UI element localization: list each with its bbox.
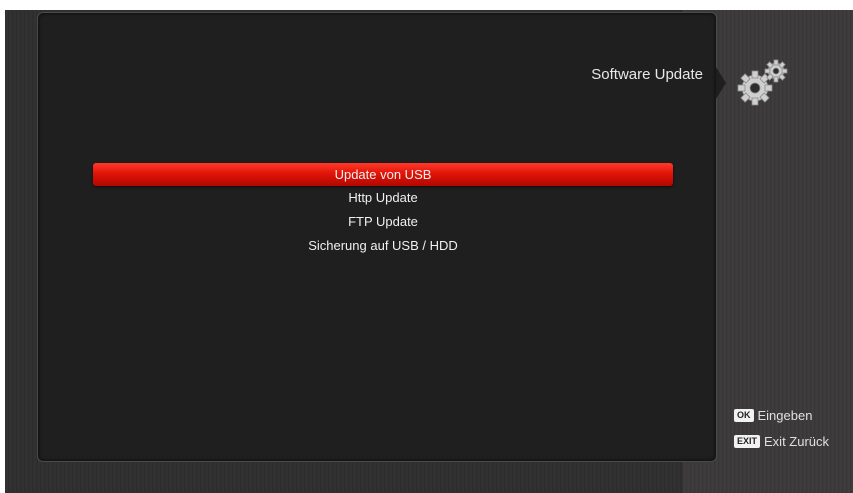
exit-key-icon: EXIT [734,435,761,448]
ok-hint[interactable]: OK Eingeben [734,408,812,423]
menu-item-ftp-update[interactable]: FTP Update [93,210,673,234]
exit-hint-label: Exit Zurück [764,434,830,449]
menu-item-update-usb[interactable]: Update von USB [93,163,673,186]
menu-item-http-update[interactable]: Http Update [93,186,673,210]
tv-screen: Update von USB Http Update FTP Update Si… [5,10,853,493]
update-menu: Update von USB Http Update FTP Update Si… [93,163,673,258]
menu-item-backup-usb-hdd[interactable]: Sicherung auf USB / HDD [93,234,673,258]
exit-hint[interactable]: EXIT Exit Zurück [734,434,829,449]
ok-key-icon: OK [734,409,754,422]
gears-icon [737,59,788,106]
page-title: Software Update [591,66,703,83]
panel-pointer [716,67,726,99]
ok-hint-label: Eingeben [757,408,813,423]
